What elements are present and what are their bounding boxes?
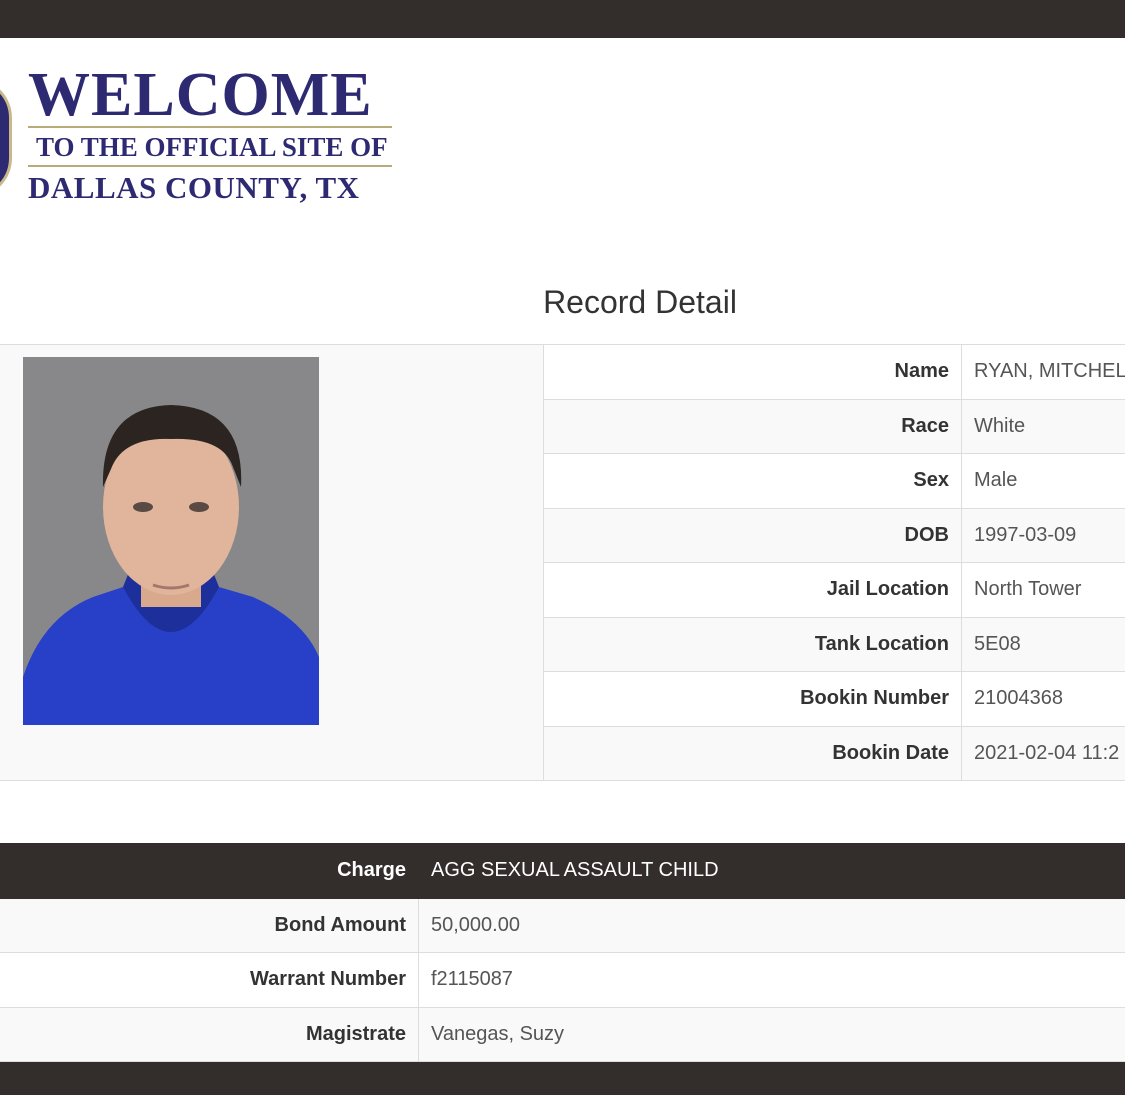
field-label: Magistrate [0, 1006, 419, 1062]
county-seal-logo [0, 78, 12, 198]
field-value: Male [961, 453, 1125, 509]
county-name: DALLAS COUNTY, TX [28, 170, 360, 205]
table-row: Magistrate Vanegas, Suzy [0, 1006, 1125, 1062]
field-value: 21004368 [961, 671, 1125, 727]
field-label: DOB [543, 507, 962, 563]
table-row: Warrant Number f2115087 [0, 952, 1125, 1008]
table-row: Sex Male [543, 453, 1125, 509]
field-label: Sex [543, 453, 962, 509]
table-row: Charge AGG SEXUAL ASSAULT CHILD [0, 843, 1125, 899]
field-label: Charge [0, 843, 419, 899]
field-value: f2115087 [418, 952, 1125, 1008]
field-value: RYAN, MITCHEL [961, 344, 1125, 400]
field-value: 50,000.00 [418, 897, 1125, 953]
booking-photo [23, 357, 319, 725]
page-title: Record Detail [543, 284, 737, 320]
field-value: 1997-03-09 [961, 507, 1125, 563]
table-row: Name RYAN, MITCHEL [543, 344, 1125, 400]
table-row: Bookin Date 2021-02-04 11:2 [543, 725, 1125, 781]
table-row: Tank Location 5E08 [543, 616, 1125, 672]
field-value: White [961, 398, 1125, 454]
field-value: 2021-02-04 11:2 [961, 725, 1125, 781]
table-row: DOB 1997-03-09 [543, 507, 1125, 563]
field-value: AGG SEXUAL ASSAULT CHILD [418, 843, 1125, 899]
welcome-heading: WELCOME [28, 61, 373, 129]
field-label: Bookin Date [543, 725, 962, 781]
divider [28, 165, 392, 167]
table-row: Jail Location North Tower [543, 562, 1125, 618]
field-label: Tank Location [543, 616, 962, 672]
top-bar [0, 0, 1125, 38]
field-value: Vanegas, Suzy [418, 1006, 1125, 1062]
table-row: Race White [543, 398, 1125, 454]
field-label: Bond Amount [0, 897, 419, 953]
bottom-bar [0, 1062, 1125, 1095]
table-row: Bookin Number 21004368 [543, 671, 1125, 727]
field-label: Bookin Number [543, 671, 962, 727]
table-row: Bond Amount 50,000.00 [0, 897, 1125, 953]
divider [28, 126, 392, 128]
field-value: 5E08 [961, 616, 1125, 672]
charge-table: Charge AGG SEXUAL ASSAULT CHILD Bond Amou… [0, 843, 1125, 1062]
field-value: North Tower [961, 562, 1125, 618]
record-detail-table: Name RYAN, MITCHEL Race White Sex Male DOB 1… [543, 344, 1125, 781]
field-label: Name [543, 344, 962, 400]
field-label: Jail Location [543, 562, 962, 618]
field-label: Race [543, 398, 962, 454]
welcome-subtitle: TO THE OFFICIAL SITE OF [36, 132, 388, 162]
field-label: Warrant Number [0, 952, 419, 1008]
